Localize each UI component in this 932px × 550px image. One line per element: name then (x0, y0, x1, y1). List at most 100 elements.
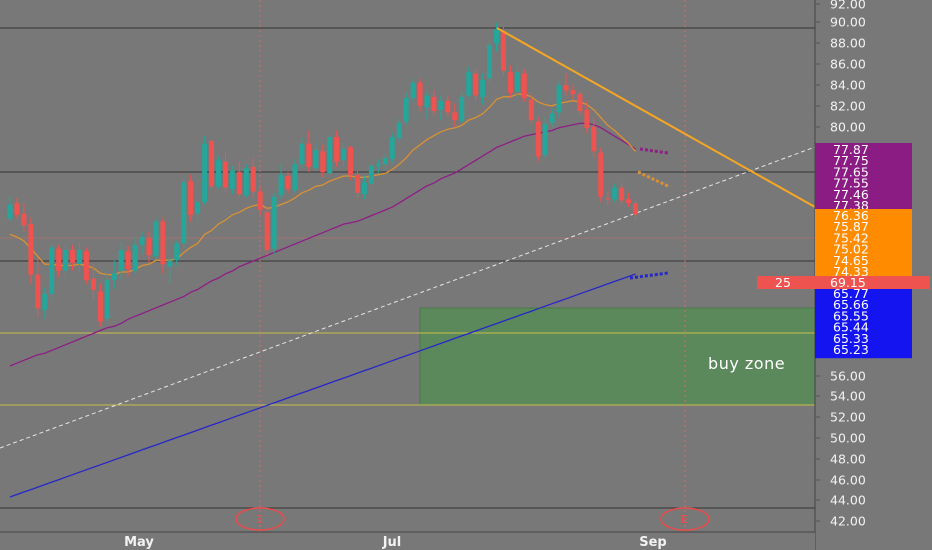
candle-body[interactable] (111, 273, 117, 280)
candle-body[interactable] (250, 166, 256, 192)
candle-body[interactable] (452, 112, 458, 121)
candle-body[interactable] (271, 196, 277, 249)
price-axis-label: 82.00 (830, 99, 866, 114)
candle-body[interactable] (257, 191, 263, 210)
candle-body[interactable] (299, 143, 305, 165)
candle-body[interactable] (222, 161, 228, 188)
candle-body[interactable] (236, 172, 242, 195)
candle-body[interactable] (42, 294, 48, 310)
candle-body[interactable] (626, 199, 632, 204)
candle-body[interactable] (507, 72, 513, 93)
candle-body[interactable] (633, 203, 638, 215)
candle-body[interactable] (577, 94, 583, 112)
candle-body[interactable] (264, 212, 270, 250)
candle-body[interactable] (612, 187, 618, 200)
candle-body[interactable] (487, 44, 493, 79)
candle-body[interactable] (459, 96, 465, 122)
candle-body[interactable] (348, 147, 354, 175)
candle-body[interactable] (473, 73, 479, 96)
candle-body[interactable] (494, 29, 499, 44)
candle-body[interactable] (195, 201, 201, 214)
candle-body[interactable] (396, 122, 402, 139)
candle-body[interactable] (438, 100, 444, 110)
candle-body[interactable] (125, 251, 131, 270)
candle-body[interactable] (77, 249, 82, 265)
candle-body[interactable] (368, 165, 374, 184)
candle-body[interactable] (104, 279, 110, 319)
candle-body[interactable] (542, 124, 548, 156)
candle-body[interactable] (549, 113, 555, 123)
candle-body[interactable] (118, 249, 124, 271)
candle-body[interactable] (188, 181, 194, 215)
candle-body[interactable] (153, 221, 159, 257)
candle-body[interactable] (480, 79, 486, 97)
candle-body[interactable] (90, 278, 96, 291)
candle-body[interactable] (327, 137, 333, 174)
candle-body[interactable] (417, 82, 423, 106)
candle-body[interactable] (139, 236, 145, 245)
candle-body[interactable] (167, 260, 173, 267)
candle-body[interactable] (181, 182, 187, 244)
candle-body[interactable] (278, 174, 284, 196)
candle-body[interactable] (174, 243, 180, 261)
candle-body[interactable] (382, 157, 388, 165)
candle-body[interactable] (375, 164, 381, 166)
candle-body[interactable] (49, 247, 55, 295)
candle-body[interactable] (320, 151, 326, 173)
candle-body[interactable] (63, 249, 69, 271)
price-axis-label: 44.00 (830, 493, 866, 508)
candle-body[interactable] (355, 174, 360, 193)
candle-body[interactable] (389, 137, 395, 160)
candle-body[interactable] (209, 140, 215, 187)
candle-body[interactable] (361, 182, 367, 195)
candle-body[interactable] (528, 99, 534, 121)
candle-body[interactable] (83, 251, 89, 280)
candle-body[interactable] (334, 137, 340, 162)
candle-body[interactable] (605, 198, 611, 200)
candle-body[interactable] (146, 238, 152, 256)
candle-body[interactable] (202, 143, 208, 202)
candle-body[interactable] (243, 168, 249, 196)
countdown-label: 25 (775, 275, 791, 290)
candle-body[interactable] (14, 203, 20, 215)
candle-body[interactable] (500, 30, 506, 71)
candle-body[interactable] (521, 73, 527, 99)
candle-body[interactable] (229, 170, 235, 189)
candle-body[interactable] (514, 72, 520, 92)
price-chart[interactable]: buy zone E E 42.00 44.00 46.00 48.00 50.00 52.00… (0, 0, 932, 550)
candle-body[interactable] (28, 223, 34, 275)
candle-body[interactable] (70, 249, 76, 263)
candle-body[interactable] (591, 126, 597, 152)
candle-body[interactable] (424, 95, 430, 108)
candle-body[interactable] (292, 164, 298, 191)
candle-body[interactable] (341, 148, 347, 161)
candle-body[interactable] (410, 82, 416, 99)
candle-body[interactable] (556, 85, 562, 113)
candle-body[interactable] (285, 175, 291, 189)
candle-body[interactable] (619, 187, 625, 201)
candle-body[interactable] (21, 213, 27, 226)
time-axis[interactable] (0, 532, 815, 550)
candle-body[interactable] (570, 90, 576, 95)
candle-body[interactable] (445, 100, 451, 113)
price-axis-label: 86.00 (830, 57, 866, 72)
candle-body[interactable] (584, 109, 590, 128)
price-axis-label: 90.00 (830, 15, 866, 30)
candle-body[interactable] (535, 121, 541, 157)
candle-body[interactable] (7, 204, 13, 219)
candle-body[interactable] (563, 85, 569, 91)
candle-body[interactable] (431, 96, 437, 112)
candle-body[interactable] (403, 98, 409, 122)
candle-body[interactable] (598, 152, 604, 197)
candle-body[interactable] (35, 274, 41, 309)
candle-body[interactable] (216, 160, 221, 187)
candle-body[interactable] (466, 72, 472, 96)
candle-body[interactable] (132, 244, 138, 271)
candle-body[interactable] (56, 248, 62, 271)
candle-body[interactable] (97, 291, 103, 322)
candle-body[interactable] (306, 143, 312, 167)
candle-body[interactable] (313, 150, 319, 169)
candle-body[interactable] (160, 221, 166, 265)
chart-container[interactable]: buy zone E E 42.00 44.00 46.00 48.00 50.00 52.00… (0, 0, 932, 550)
earnings-marker-label: E (681, 513, 688, 526)
